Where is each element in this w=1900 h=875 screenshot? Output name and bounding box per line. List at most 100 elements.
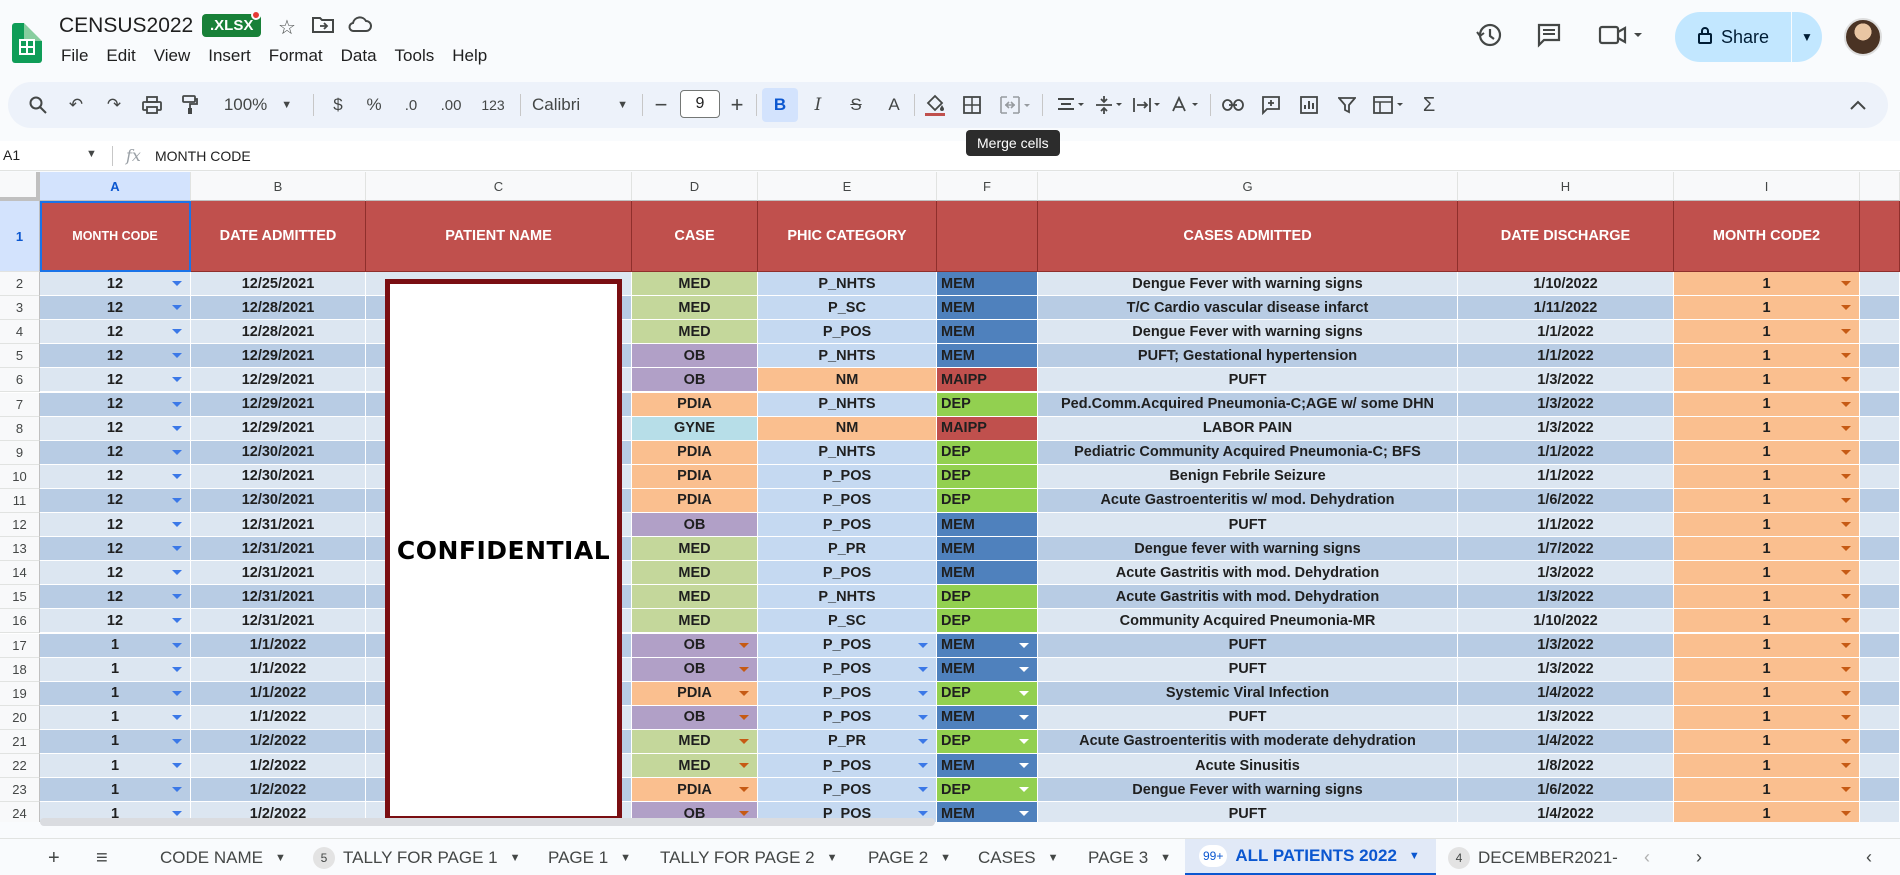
phic-category-cell[interactable]: P_POS [758, 488, 937, 513]
case-cell[interactable]: PDIA [632, 488, 758, 513]
case-cell[interactable]: OB [632, 513, 758, 537]
dropdown-chevron-icon[interactable] [1841, 618, 1851, 624]
date-admitted-cell[interactable]: 12/30/2021 [191, 488, 366, 513]
dropdown-chevron-icon[interactable] [1841, 377, 1851, 383]
increase-decimal-button[interactable]: .00 [434, 92, 468, 118]
sheet-tab-caret-icon[interactable]: ▼ [827, 852, 838, 864]
dropdown-chevron-icon[interactable] [918, 763, 928, 768]
row-header[interactable]: 11 [0, 488, 40, 513]
row-header[interactable]: 20 [0, 705, 40, 730]
membership-cell[interactable]: DEP [937, 440, 1038, 465]
dropdown-chevron-icon[interactable] [918, 738, 928, 744]
cases-admitted-cell[interactable]: Acute Gastroenteritis w/ mod. Dehydratio… [1038, 488, 1458, 513]
date-discharge-cell[interactable]: 1/3/2022 [1458, 705, 1674, 730]
dropdown-chevron-icon[interactable] [172, 305, 182, 311]
sheet-tab[interactable]: PAGE 2 ▼ [868, 839, 951, 875]
membership-cell[interactable]: DEP [937, 464, 1038, 489]
membership-cell[interactable]: MEM [937, 344, 1038, 369]
date-admitted-cell[interactable]: 1/2/2022 [191, 754, 366, 778]
row-header[interactable]: 22 [0, 754, 40, 779]
date-discharge-cell[interactable]: 1/11/2022 [1458, 296, 1674, 321]
dropdown-chevron-icon[interactable] [1019, 666, 1029, 672]
dropdown-chevron-icon[interactable] [1841, 305, 1851, 311]
cases-admitted-cell[interactable]: PUFT [1038, 657, 1458, 682]
zoom-select[interactable]: 100% ▼ [218, 92, 298, 118]
dropdown-chevron-icon[interactable] [1019, 787, 1029, 793]
account-avatar[interactable] [1844, 18, 1882, 56]
case-cell[interactable]: PDIA [632, 681, 758, 706]
dropdown-chevron-icon[interactable] [739, 690, 749, 696]
month-code2-cell[interactable]: 1 [1674, 561, 1860, 586]
dropdown-chevron-icon[interactable] [172, 642, 182, 648]
month-code-cell[interactable]: 1 [40, 633, 191, 658]
dropdown-chevron-icon[interactable] [172, 497, 182, 503]
table-cell-partial[interactable] [1860, 320, 1900, 345]
decrease-font-size-icon[interactable]: − [650, 92, 672, 118]
sheet-tab[interactable]: PAGE 3 ▼ [1088, 839, 1171, 875]
table-cell-partial[interactable] [1860, 296, 1900, 321]
date-discharge-cell[interactable]: 1/3/2022 [1458, 368, 1674, 393]
sheet-tab[interactable]: 5 TALLY FOR PAGE 1 ▼ [313, 839, 521, 875]
sheet-tab[interactable]: CASES ▼ [978, 839, 1059, 875]
phic-category-cell[interactable]: P_NHTS [758, 440, 937, 465]
undo-icon[interactable]: ↶ [64, 92, 88, 118]
cloud-status-icon[interactable] [347, 15, 373, 39]
percent-format-button[interactable]: % [362, 92, 386, 118]
date-admitted-cell[interactable]: 12/31/2021 [191, 585, 366, 610]
membership-cell[interactable]: MEM [937, 513, 1038, 537]
scroll-tabs-right-icon[interactable]: › [1696, 847, 1702, 868]
dropdown-chevron-icon[interactable] [918, 811, 928, 817]
dropdown-chevron-icon[interactable] [1019, 738, 1029, 744]
case-cell[interactable]: OB [632, 657, 758, 682]
cases-admitted-cell[interactable]: Ped.Comm.Acquired Pneumonia-C;AGE w/ som… [1038, 392, 1458, 417]
membership-cell[interactable]: DEP [937, 778, 1038, 803]
phic-category-cell[interactable]: P_NHTS [758, 344, 937, 369]
date-admitted-cell[interactable]: 12/28/2021 [191, 320, 366, 345]
membership-cell[interactable]: MEM [937, 754, 1038, 778]
month-code2-cell[interactable]: 1 [1674, 464, 1860, 489]
row-header[interactable]: 18 [0, 657, 40, 682]
cases-admitted-cell[interactable]: Dengue Fever with warning signs [1038, 778, 1458, 803]
italic-icon[interactable]: I [806, 92, 830, 118]
vertical-align-icon[interactable] [1092, 92, 1126, 118]
month-code-cell[interactable]: 12 [40, 440, 191, 465]
dropdown-chevron-icon[interactable] [172, 811, 182, 817]
dropdown-chevron-icon[interactable] [1841, 763, 1851, 768]
sheet-tab-caret-icon[interactable]: ▼ [510, 852, 521, 864]
membership-cell[interactable]: MAIPP [937, 368, 1038, 393]
currency-format-button[interactable]: $ [326, 92, 350, 118]
dropdown-chevron-icon[interactable] [918, 642, 928, 648]
date-discharge-cell[interactable]: 1/10/2022 [1458, 609, 1674, 634]
dropdown-chevron-icon[interactable] [1841, 401, 1851, 407]
dropdown-chevron-icon[interactable] [1841, 738, 1851, 744]
date-discharge-cell[interactable]: 1/3/2022 [1458, 585, 1674, 610]
dropdown-chevron-icon[interactable] [1841, 811, 1851, 817]
dropdown-chevron-icon[interactable] [172, 618, 182, 624]
table-cell-partial[interactable] [1860, 488, 1900, 513]
cases-admitted-cell[interactable]: Community Acquired Pneumonia-MR [1038, 609, 1458, 634]
row-header[interactable]: 12 [0, 513, 40, 538]
phic-category-cell[interactable]: P_PR [758, 537, 937, 562]
table-cell-partial[interactable] [1860, 802, 1900, 822]
dropdown-chevron-icon[interactable] [172, 401, 182, 407]
date-admitted-cell[interactable]: 1/1/2022 [191, 681, 366, 706]
membership-cell[interactable]: DEP [937, 681, 1038, 706]
cases-admitted-cell[interactable]: LABOR PAIN [1038, 416, 1458, 441]
date-discharge-cell[interactable]: 1/3/2022 [1458, 416, 1674, 441]
date-discharge-cell[interactable]: 1/7/2022 [1458, 537, 1674, 562]
cases-admitted-cell[interactable]: Pediatric Community Acquired Pneumonia-C… [1038, 440, 1458, 465]
header-cell-c[interactable]: PATIENT NAME [366, 201, 632, 272]
menu-view[interactable]: View [153, 46, 200, 66]
month-code-cell[interactable]: 12 [40, 320, 191, 345]
menu-insert[interactable]: Insert [207, 46, 260, 66]
number-format-button[interactable]: 123 [476, 92, 510, 118]
month-code-cell[interactable]: 1 [40, 705, 191, 730]
date-discharge-cell[interactable]: 1/3/2022 [1458, 561, 1674, 586]
date-discharge-cell[interactable]: 1/1/2022 [1458, 320, 1674, 345]
month-code2-cell[interactable]: 1 [1674, 802, 1860, 822]
spreadsheet-grid[interactable]: ABCDEFGHI 1 MONTH CODE DATE ADMITTED PATIEN… [0, 172, 1900, 822]
row-header[interactable]: 3 [0, 296, 40, 321]
table-cell-partial[interactable] [1860, 368, 1900, 393]
table-cell-partial[interactable] [1860, 440, 1900, 465]
cases-admitted-cell[interactable]: PUFT [1038, 513, 1458, 537]
